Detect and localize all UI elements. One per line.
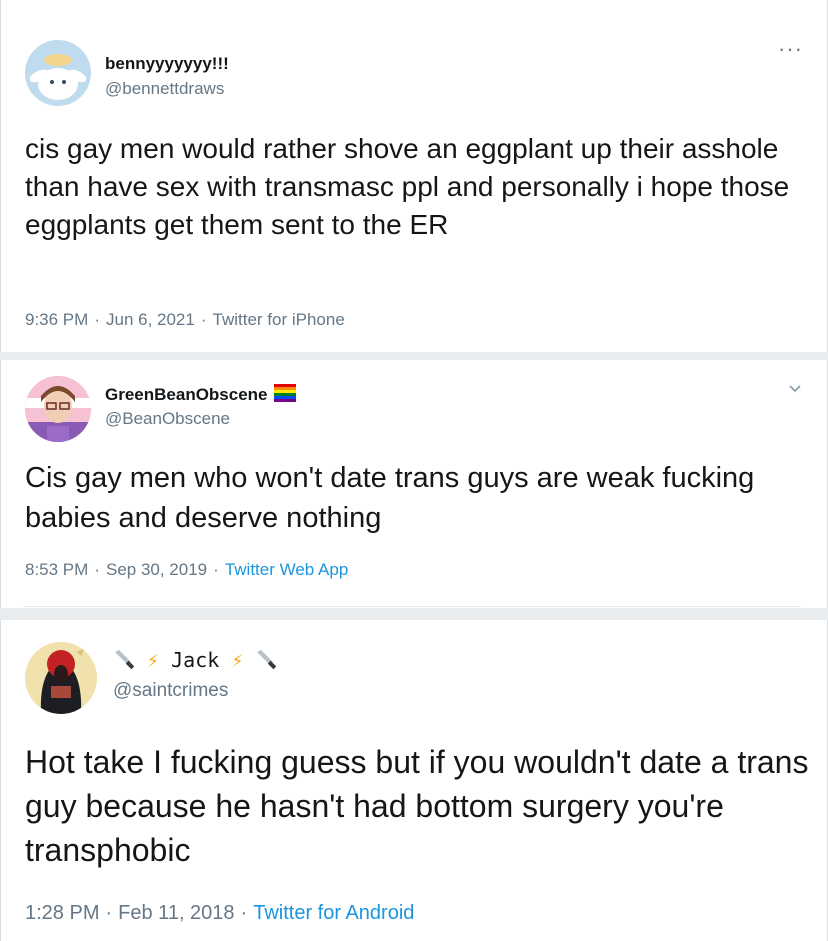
tweet-date[interactable]: Feb 11, 2018 xyxy=(118,902,234,924)
separator-dot: · xyxy=(240,902,248,924)
chevron-down-icon[interactable] xyxy=(788,382,802,396)
more-dots-icon[interactable]: ··· xyxy=(778,38,803,60)
tweet-meta: 1:28 PM · Feb 11, 2018 · Twitter for Android xyxy=(25,902,414,925)
separator-dot: · xyxy=(94,310,100,329)
tweet-card[interactable]: ⚡ Jack ⚡ @saintcrimes Hot take I fucking… xyxy=(0,620,828,941)
tweet-source[interactable]: Twitter for Android xyxy=(253,902,414,924)
tweet-time[interactable]: 8:53 PM xyxy=(25,560,88,579)
tweet-source[interactable]: Twitter for iPhone xyxy=(213,310,345,329)
tweet-time[interactable]: 1:28 PM xyxy=(25,902,99,924)
rainbow-flag-icon xyxy=(274,384,297,402)
tweet-meta: 9:36 PM · Jun 6, 2021 · Twitter for iPhone xyxy=(25,310,345,330)
display-name[interactable]: ⚡ Jack ⚡ xyxy=(113,648,277,672)
lightning-icon: ⚡ xyxy=(147,648,160,672)
user-handle[interactable]: @BeanObscene xyxy=(105,409,230,429)
tweet-meta: 8:53 PM · Sep 30, 2019 · Twitter Web App xyxy=(25,560,348,580)
display-name-text: GreenBeanObscene xyxy=(105,385,268,404)
tweet-text: Hot take I fucking guess but if you woul… xyxy=(25,744,809,868)
knife-icon xyxy=(113,648,147,672)
user-handle[interactable]: @bennettdraws xyxy=(105,79,224,99)
tweet-card[interactable]: bennyyyyyyy!!! @bennettdraws ··· cis gay… xyxy=(0,0,828,352)
separator-dot: · xyxy=(200,310,207,329)
divider xyxy=(23,606,801,607)
knife-icon xyxy=(255,648,277,672)
tweet-text: Cis gay men who won't date trans guys ar… xyxy=(25,462,755,534)
hooded-figure-avatar[interactable] xyxy=(25,642,97,714)
tweet-date[interactable]: Sep 30, 2019 xyxy=(106,560,207,579)
user-handle[interactable]: @saintcrimes xyxy=(113,680,228,702)
tweet-time[interactable]: 9:36 PM xyxy=(25,310,88,329)
separator-dot: · xyxy=(94,560,100,579)
tweet-stack: bennyyyyyyy!!! @bennettdraws ··· cis gay… xyxy=(0,0,828,941)
tweet-card[interactable]: GreenBeanObscene @BeanObscene Cis gay me… xyxy=(0,360,828,608)
tweet-text: cis gay men would rather shove an eggpla… xyxy=(25,133,790,240)
lightning-icon: ⚡ xyxy=(231,648,244,672)
cinnamoroll-avatar[interactable] xyxy=(25,40,91,106)
separator-dot: · xyxy=(105,902,113,924)
display-name[interactable]: bennyyyyyyy!!! xyxy=(105,54,229,74)
display-name-text: Jack xyxy=(171,648,220,672)
tweet-source[interactable]: Twitter Web App xyxy=(225,560,348,579)
drawn-portrait-avatar[interactable] xyxy=(25,376,91,442)
tweet-date[interactable]: Jun 6, 2021 xyxy=(106,310,195,329)
separator-dot: · xyxy=(213,560,219,579)
display-name[interactable]: GreenBeanObscene xyxy=(105,384,297,405)
